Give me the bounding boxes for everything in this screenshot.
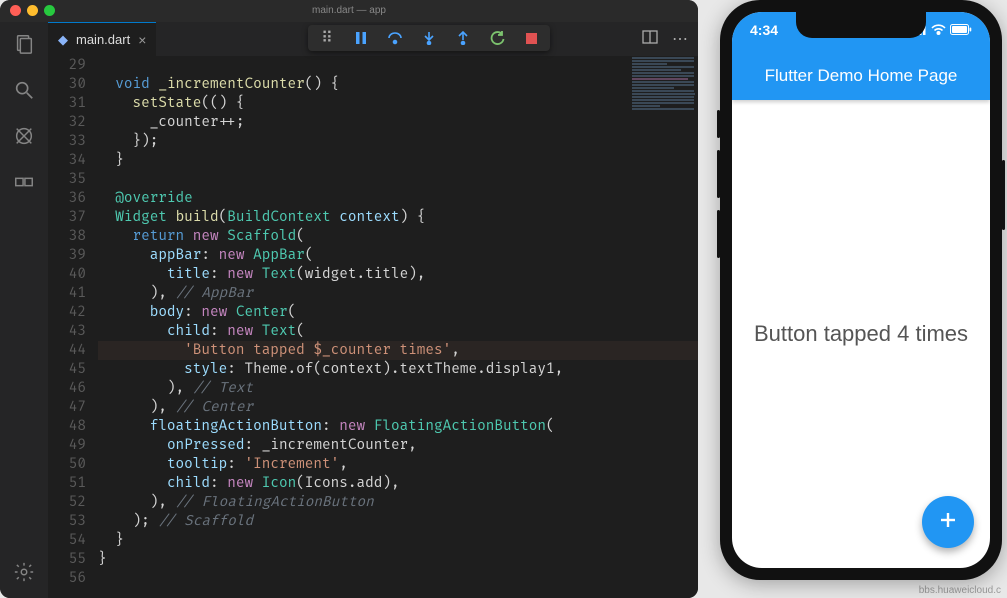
minimize-window-icon[interactable] [27,5,38,16]
settings-icon[interactable] [12,560,36,584]
drag-handle-icon[interactable]: ⠿ [318,29,336,47]
traffic-lights[interactable] [10,5,55,16]
file-tab-label: main.dart [76,32,130,47]
code-editor[interactable]: 29 30 31 32 33 34 35 36 37 38 39 40 41 4… [48,56,698,598]
add-icon [936,508,960,537]
window-title: main.dart — app [312,5,386,16]
close-tab-icon[interactable]: × [138,32,146,48]
split-editor-icon[interactable] [642,29,658,50]
stop-icon[interactable] [522,29,540,47]
activity-bar [0,22,48,598]
body-text: Button tapped 4 times [744,321,978,347]
search-icon[interactable] [12,78,36,102]
dart-file-icon: ◆ [58,32,68,48]
volume-down-button [717,210,720,258]
side-button [1002,160,1005,230]
code-content[interactable]: void _incrementCounter() { setState(() {… [98,56,698,598]
file-tab-main-dart[interactable]: ◆ main.dart × [48,22,156,56]
pause-icon[interactable] [352,29,370,47]
close-window-icon[interactable] [10,5,21,16]
explorer-icon[interactable] [12,32,36,56]
notch [796,12,926,38]
appbar-title: Flutter Demo Home Page [765,66,958,86]
battery-icon [950,22,972,38]
debug-toolbar[interactable]: ⠿ [308,25,550,51]
line-gutter: 29 30 31 32 33 34 35 36 37 38 39 40 41 4… [48,56,98,598]
step-over-icon[interactable] [386,29,404,47]
ide-window: main.dart — app ◆ ma [0,0,698,598]
maximize-window-icon[interactable] [44,5,55,16]
phone-simulator: 4:34 Flutter Demo Home Page Button tappe… [720,0,1002,580]
mute-switch [717,110,720,138]
app-bar: Flutter Demo Home Page [732,52,990,100]
wifi-icon [931,22,946,38]
fab-button[interactable] [922,496,974,548]
tab-bar: ◆ main.dart × ⠿ [48,22,698,56]
extensions-icon[interactable] [12,170,36,194]
editor-actions: ⋯ [642,29,688,50]
app-body: Button tapped 4 times [732,100,990,568]
step-into-icon[interactable] [420,29,438,47]
debug-icon[interactable] [12,124,36,148]
more-actions-icon[interactable]: ⋯ [672,29,688,50]
phone-screen: 4:34 Flutter Demo Home Page Button tappe… [732,12,990,568]
step-out-icon[interactable] [454,29,472,47]
watermark: bbs.huaweicloud.c [919,585,1001,596]
volume-up-button [717,150,720,198]
status-time: 4:34 [750,22,778,38]
editor-area: ◆ main.dart × ⠿ [48,22,698,598]
window-titlebar: main.dart — app [0,0,698,22]
restart-icon[interactable] [488,29,506,47]
